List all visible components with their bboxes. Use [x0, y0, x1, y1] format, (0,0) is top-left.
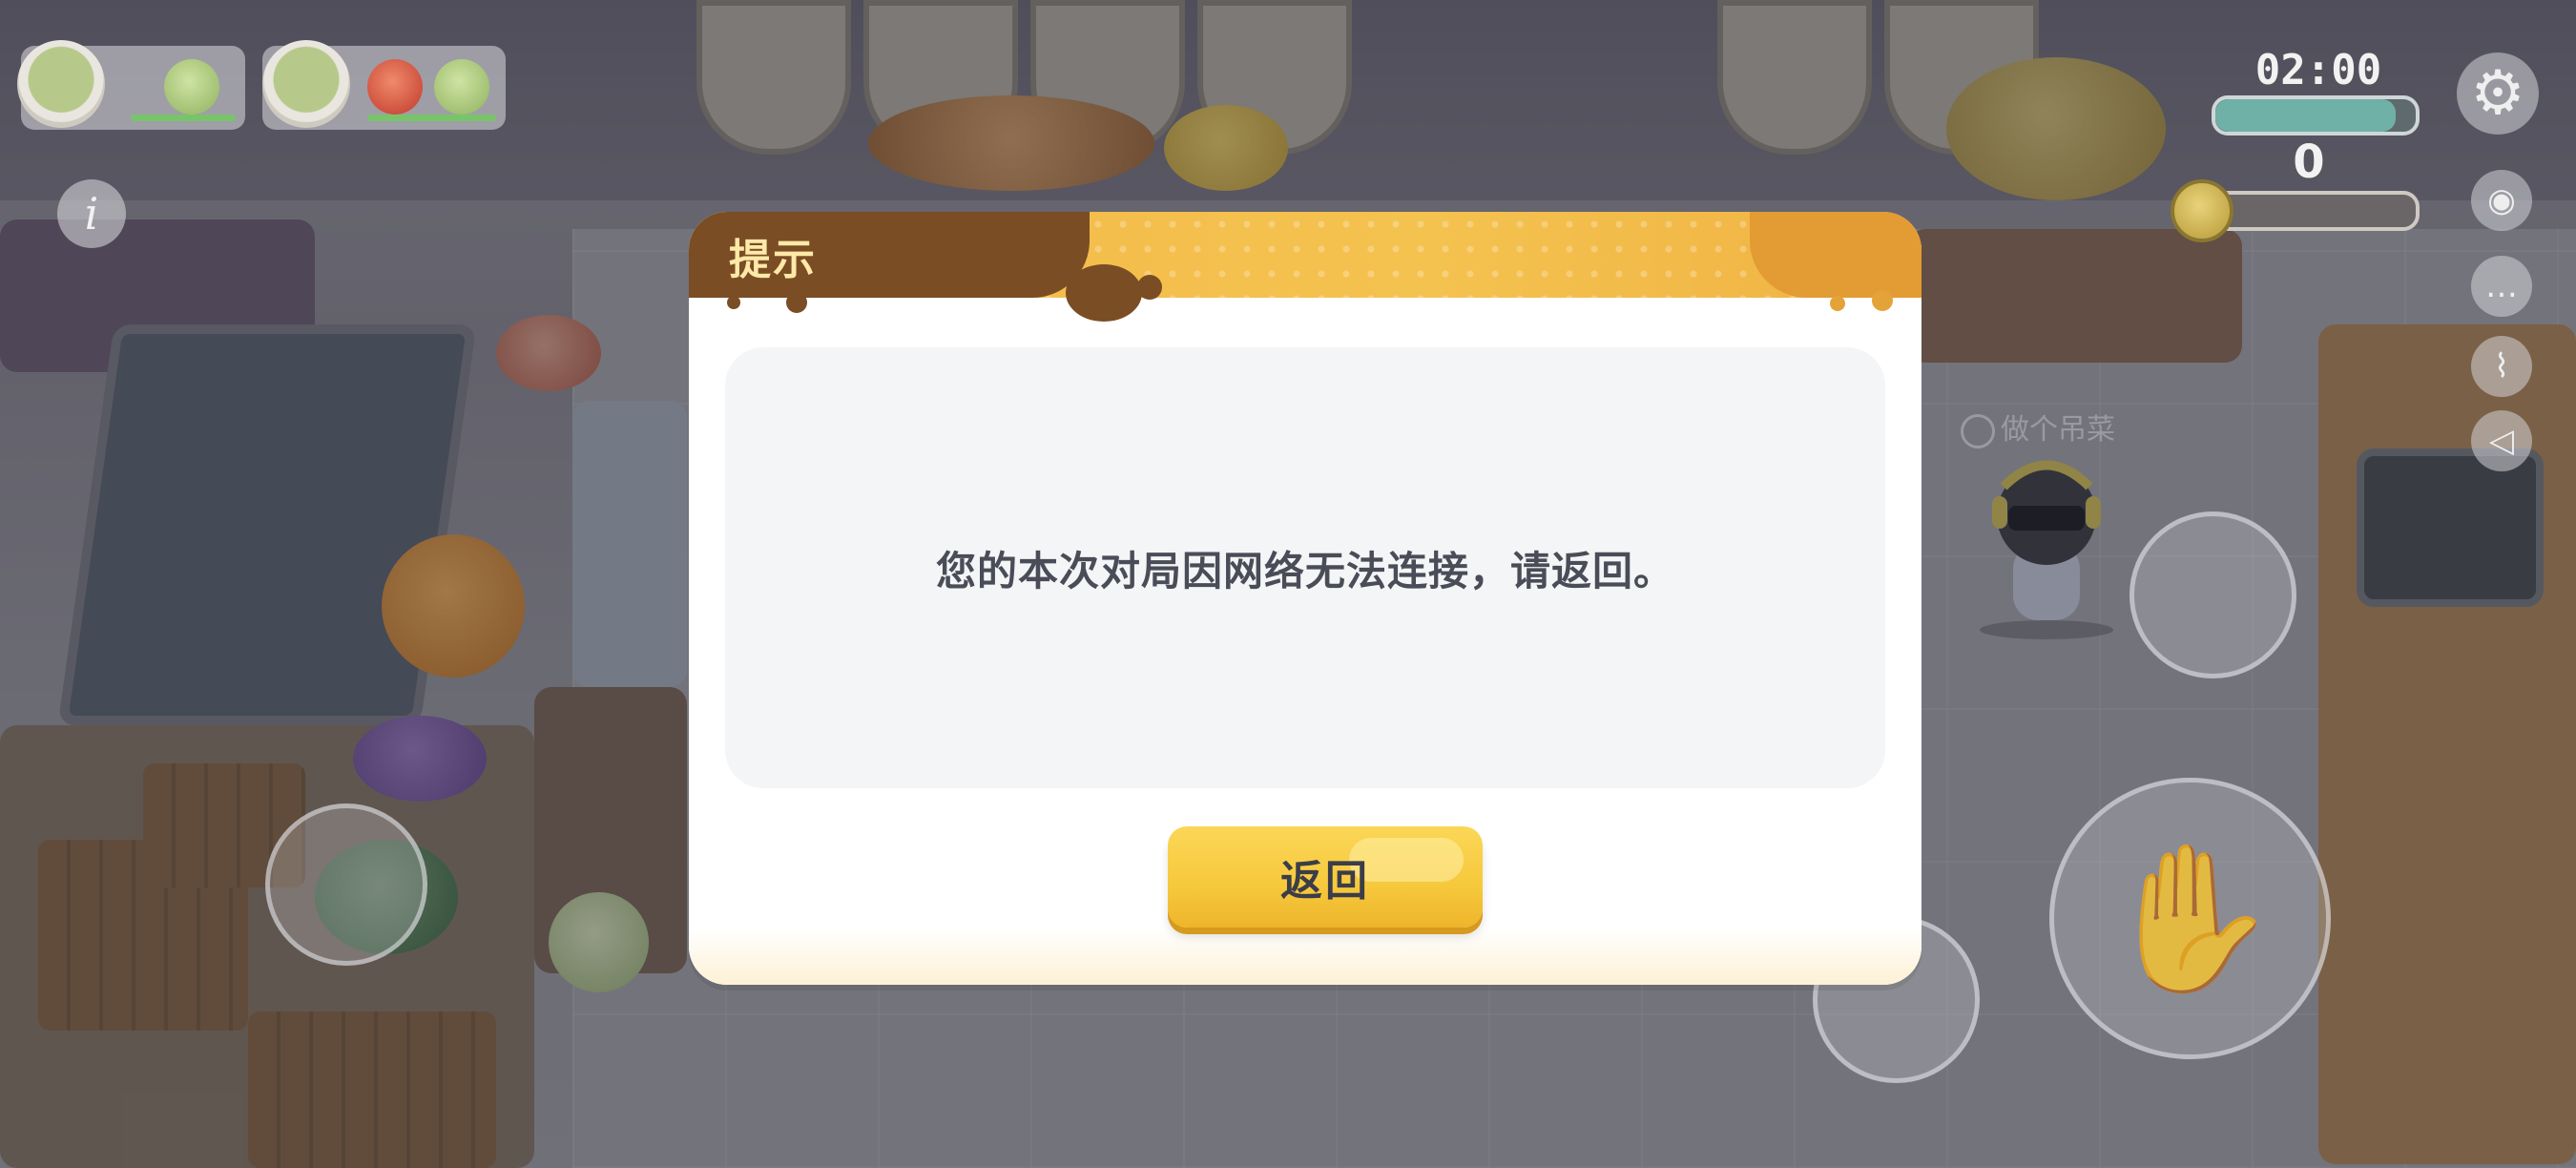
order-dish-salad [17, 40, 105, 128]
speaker-icon[interactable]: ◁ [2471, 410, 2532, 471]
round-timer: 02:00 [2254, 46, 2382, 94]
dialog-title: 提示 [729, 236, 817, 284]
grab-button[interactable]: ✋ [2049, 778, 2331, 1059]
order-timer-bar [131, 115, 236, 121]
order-dish-salad [262, 40, 350, 128]
header-drip [1830, 296, 1845, 311]
score-value: 0 [2293, 136, 2325, 189]
chat-icon[interactable]: … [2471, 256, 2532, 317]
eye-icon[interactable]: ◉ [2471, 170, 2532, 231]
info-icon[interactable]: i [57, 179, 126, 248]
header-drip [727, 296, 740, 309]
return-button[interactable]: 返回 [1168, 826, 1483, 928]
tomato-icon [367, 59, 423, 115]
lettuce-icon [164, 59, 219, 115]
score-bar [2212, 191, 2420, 231]
movement-joystick[interactable] [265, 803, 427, 966]
gear-icon[interactable]: ⚙ [2457, 52, 2539, 135]
header-drip [1066, 264, 1142, 322]
lettuce-icon [434, 59, 489, 115]
order-card [17, 40, 245, 130]
order-timer-bar [367, 115, 496, 121]
header-drip-orange [1750, 212, 1922, 298]
header-drip [786, 292, 807, 313]
throw-button[interactable] [2129, 511, 2296, 678]
header-drip [1872, 290, 1893, 311]
network-error-dialog: 提示 您的本次对局因网络无法连接，请返回。 返回 [689, 212, 1922, 985]
mic-off-icon[interactable]: ⌇ [2471, 336, 2532, 397]
return-button-label: 返回 [1280, 857, 1370, 906]
hand-icon: ✋ [2101, 835, 2279, 1002]
dialog-message-panel: 您的本次对局因网络无法连接，请返回。 [725, 347, 1885, 788]
header-drip [1137, 275, 1162, 300]
time-bar-fill [2215, 99, 2396, 132]
dialog-footer [689, 928, 1922, 985]
order-card [262, 40, 506, 130]
coin-icon [2171, 179, 2233, 242]
dialog-header: 提示 [689, 212, 1922, 322]
dialog-message: 您的本次对局因网络无法连接，请返回。 [935, 547, 1674, 594]
time-bar [2212, 95, 2420, 136]
